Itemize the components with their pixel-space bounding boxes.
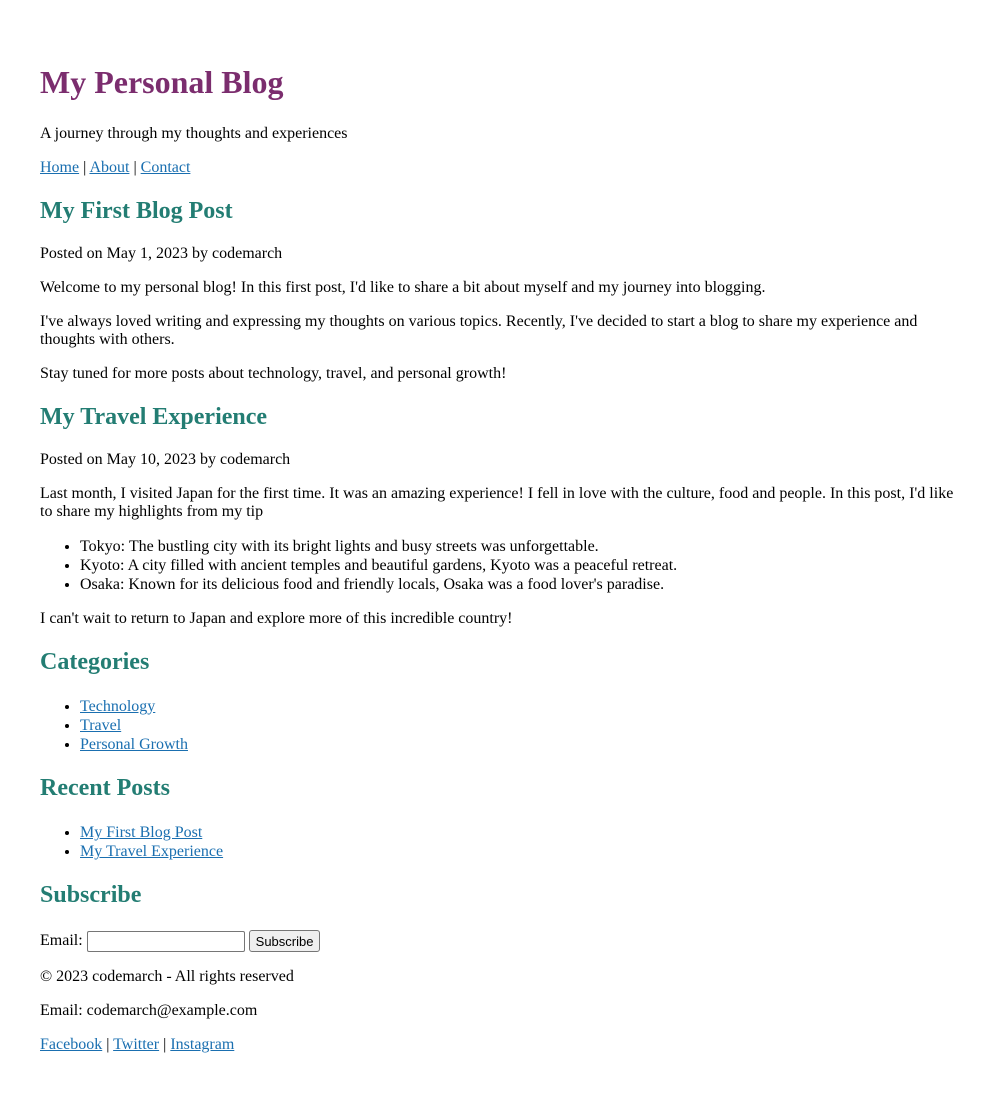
categories-list: Technology Travel Personal Growth xyxy=(40,697,960,754)
post-paragraph: Last month, I visited Japan for the firs… xyxy=(40,485,954,520)
site-header: My Personal Blog A journey through my th… xyxy=(40,64,960,177)
post-meta: Posted on May 1, 2023 by codemarch xyxy=(40,245,283,262)
nav-link-home[interactable]: Home xyxy=(40,159,79,176)
social-separator: | xyxy=(159,1036,171,1053)
social-link-facebook[interactable]: Facebook xyxy=(40,1036,102,1053)
email-field[interactable] xyxy=(86,930,245,952)
category-link-travel[interactable]: Travel xyxy=(80,717,121,734)
post-meta: Posted on May 10, 2023 by codemarch xyxy=(40,451,291,468)
main-nav: Home | About | Contact xyxy=(40,159,960,177)
category-link-technology[interactable]: Technology xyxy=(80,698,155,715)
email-label: Email: xyxy=(40,932,83,949)
list-item: My First Blog Post xyxy=(80,823,960,842)
post-paragraph: Stay tuned for more posts about technolo… xyxy=(40,365,507,382)
categories-heading: Categories xyxy=(40,649,150,675)
subscribe-form: Email: Subscribe xyxy=(40,930,960,952)
blog-post-travel: My Travel Experience Posted on May 10, 2… xyxy=(40,403,960,628)
blog-post-first: My First Blog Post Posted on May 1, 2023… xyxy=(40,197,960,383)
list-item: Personal Growth xyxy=(80,735,960,754)
recent-posts-section: Recent Posts My First Blog Post My Trave… xyxy=(40,774,960,861)
recent-posts-list: My First Blog Post My Travel Experience xyxy=(40,823,960,861)
nav-link-contact[interactable]: Contact xyxy=(141,159,191,176)
post-paragraph: I've always loved writing and expressing… xyxy=(40,313,918,348)
site-title: My Personal Blog xyxy=(40,64,284,100)
recent-posts-heading: Recent Posts xyxy=(40,775,170,801)
recent-post-link-first[interactable]: My First Blog Post xyxy=(80,824,202,841)
categories-section: Categories Technology Travel Personal Gr… xyxy=(40,648,960,754)
list-item: Travel xyxy=(80,716,960,735)
travel-highlights-list: Tokyo: The bustling city with its bright… xyxy=(40,537,960,594)
post-paragraph: Welcome to my personal blog! In this fir… xyxy=(40,279,766,296)
nav-separator: | xyxy=(79,159,90,176)
category-link-personal-growth[interactable]: Personal Growth xyxy=(80,736,188,753)
subscribe-heading: Subscribe xyxy=(40,882,142,908)
contact-email: Email: codemarch@example.com xyxy=(40,1002,258,1019)
social-link-instagram[interactable]: Instagram xyxy=(170,1036,234,1053)
list-item: My Travel Experience xyxy=(80,842,960,861)
site-tagline: A journey through my thoughts and experi… xyxy=(40,125,348,142)
list-item: Tokyo: The bustling city with its bright… xyxy=(80,537,960,556)
list-item: Osaka: Known for its delicious food and … xyxy=(80,575,960,594)
post-paragraph: I can't wait to return to Japan and expl… xyxy=(40,610,513,627)
recent-post-link-travel[interactable]: My Travel Experience xyxy=(80,843,223,860)
site-footer: © 2023 codemarch - All rights reserved E… xyxy=(40,968,960,1054)
list-item: Kyoto: A city filled with ancient temple… xyxy=(80,556,960,575)
subscribe-button[interactable]: Subscribe xyxy=(248,930,321,952)
subscribe-section: Subscribe Email: Subscribe xyxy=(40,881,960,952)
copyright-text: © 2023 codemarch - All rights reserved xyxy=(40,968,294,985)
social-link-twitter[interactable]: Twitter xyxy=(113,1036,159,1053)
post-title: My First Blog Post xyxy=(40,198,233,224)
list-item: Technology xyxy=(80,697,960,716)
social-links: Facebook | Twitter | Instagram xyxy=(40,1036,960,1054)
post-title: My Travel Experience xyxy=(40,404,268,430)
nav-link-about[interactable]: About xyxy=(89,159,129,176)
nav-separator: | xyxy=(129,159,141,176)
social-separator: | xyxy=(102,1036,114,1053)
